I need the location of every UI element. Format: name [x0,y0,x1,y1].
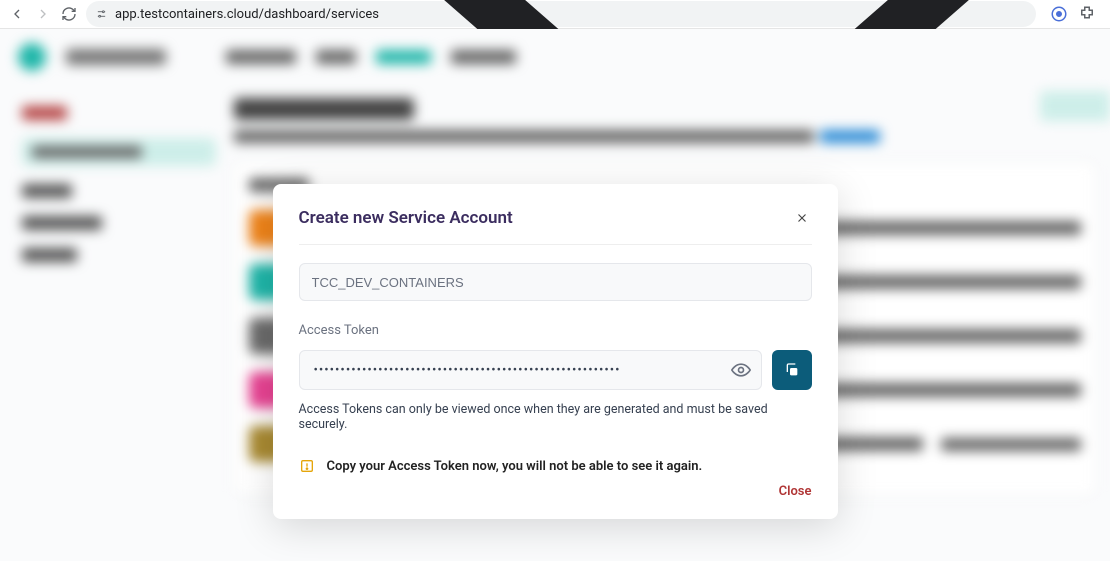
profile-icon[interactable] [1050,5,1068,23]
address-bar[interactable]: app.testcontainers.cloud/dashboard/servi… [86,1,1036,27]
create-service-account-modal: Create new Service Account Access Token … [273,184,838,519]
eye-icon [731,360,751,380]
token-warning: Copy your Access Token now, you will not… [299,458,812,474]
modal-title: Create new Service Account [299,208,513,228]
browser-chrome: app.testcontainers.cloud/dashboard/servi… [0,0,1110,29]
access-token-field[interactable]: ••••••••••••••••••••••••••••••••••••••••… [299,350,762,390]
close-button[interactable]: Close [779,484,812,499]
extensions-icon[interactable] [1078,5,1096,23]
divider [299,244,812,245]
token-masked-value: ••••••••••••••••••••••••••••••••••••••••… [314,363,621,378]
reload-button[interactable] [60,5,78,23]
access-token-label: Access Token [299,323,812,338]
copy-icon [784,362,800,378]
service-account-name-input[interactable] [299,263,812,301]
modal-header: Create new Service Account [299,208,812,228]
forward-button[interactable] [34,5,52,23]
chrome-right-icons [1044,5,1102,23]
back-button[interactable] [8,5,26,23]
token-note: Access Tokens can only be viewed once wh… [299,402,812,432]
page: Create new Service Account Access Token … [0,29,1110,561]
warning-text: Copy your Access Token now, you will not… [327,459,703,474]
close-icon [795,211,809,225]
reveal-token-button[interactable] [731,360,751,380]
url-text: app.testcontainers.cloud/dashboard/servi… [115,7,379,22]
site-settings-icon [96,6,107,22]
modal-close-button[interactable] [792,208,812,228]
modal-overlay: Create new Service Account Access Token … [0,29,1110,561]
warning-icon [299,458,315,474]
copy-token-button[interactable] [772,350,812,390]
token-row: ••••••••••••••••••••••••••••••••••••••••… [299,350,812,390]
